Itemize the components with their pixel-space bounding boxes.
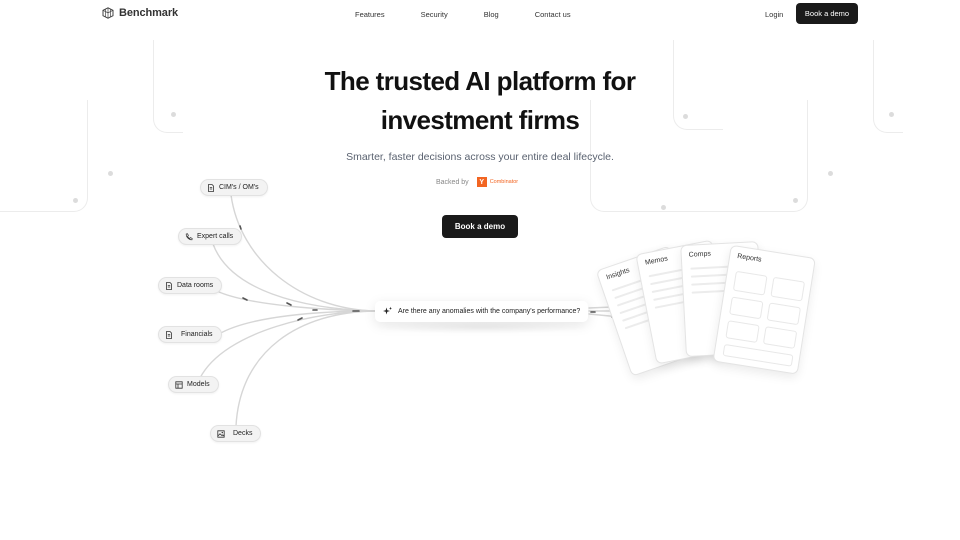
table-icon xyxy=(175,380,183,389)
source-pill-decks[interactable]: Decks xyxy=(210,425,262,442)
query-box[interactable]: Are there any anomalies with the company… xyxy=(375,301,588,322)
login-link[interactable]: Login xyxy=(765,10,783,19)
backed-by-label: Backed by xyxy=(436,178,469,186)
source-pill-label: CIM's / OM's xyxy=(219,184,259,191)
document-icon xyxy=(166,281,172,290)
brand-name: Benchmark xyxy=(119,7,179,19)
sparkle-icon xyxy=(383,306,392,315)
query-text: Are there any anomalies with the company… xyxy=(398,308,581,315)
source-pill-label: Financials xyxy=(181,331,213,338)
source-pill-label: Data rooms xyxy=(177,282,214,289)
source-pill-financials[interactable]: Financials xyxy=(158,326,222,343)
source-pill-label: Expert calls xyxy=(197,233,234,240)
logo-icon xyxy=(102,7,114,19)
nav-link-features[interactable]: Features xyxy=(355,10,385,19)
document-icon xyxy=(208,183,214,192)
source-pill-expert-calls[interactable]: Expert calls xyxy=(178,228,243,245)
hero-book-demo-button[interactable]: Book a demo xyxy=(442,215,518,238)
query-shadow xyxy=(372,320,591,334)
nav-links: Features Security Blog Contact us xyxy=(355,10,571,19)
source-pill-label: Decks xyxy=(233,430,253,437)
source-pill-models[interactable]: Models xyxy=(168,376,219,393)
nav-link-contact[interactable]: Contact us xyxy=(535,10,571,19)
top-navigation: Benchmark Features Security Blog Contact… xyxy=(0,0,960,28)
output-doc-reports[interactable]: Reports xyxy=(712,244,816,375)
brand-logo[interactable]: Benchmark xyxy=(102,7,178,19)
document-icon xyxy=(166,330,172,339)
image-icon xyxy=(217,429,225,438)
output-doc-label: Memos xyxy=(644,255,669,267)
hero-title-line-1: The trusted AI platform for xyxy=(324,66,636,96)
output-doc-label: Reports xyxy=(736,252,763,264)
phone-icon xyxy=(185,232,193,240)
source-pill-data-rooms[interactable]: Data rooms xyxy=(158,277,223,294)
source-pill-label: Models xyxy=(187,381,210,388)
nav-link-blog[interactable]: Blog xyxy=(484,10,499,19)
nav-link-security[interactable]: Security xyxy=(421,10,448,19)
hero-title-line-2: investment firms xyxy=(380,105,580,135)
hero-subtitle: Smarter, faster decisions across your en… xyxy=(346,151,614,163)
source-pill-cims[interactable]: CIM's / OM's xyxy=(200,179,268,196)
yc-logo-text: Combinator xyxy=(489,179,519,185)
output-doc-label: Insights xyxy=(605,266,631,282)
backed-by: Backed by Y Combinator xyxy=(436,177,518,187)
hero-title: The trusted AI platform for investment f… xyxy=(0,62,960,140)
nav-book-demo-button[interactable]: Book a demo xyxy=(796,3,858,24)
yc-logo-mark: Y xyxy=(476,177,487,187)
yc-logo: Y Combinator xyxy=(476,177,519,187)
output-doc-label: Comps xyxy=(688,250,712,259)
